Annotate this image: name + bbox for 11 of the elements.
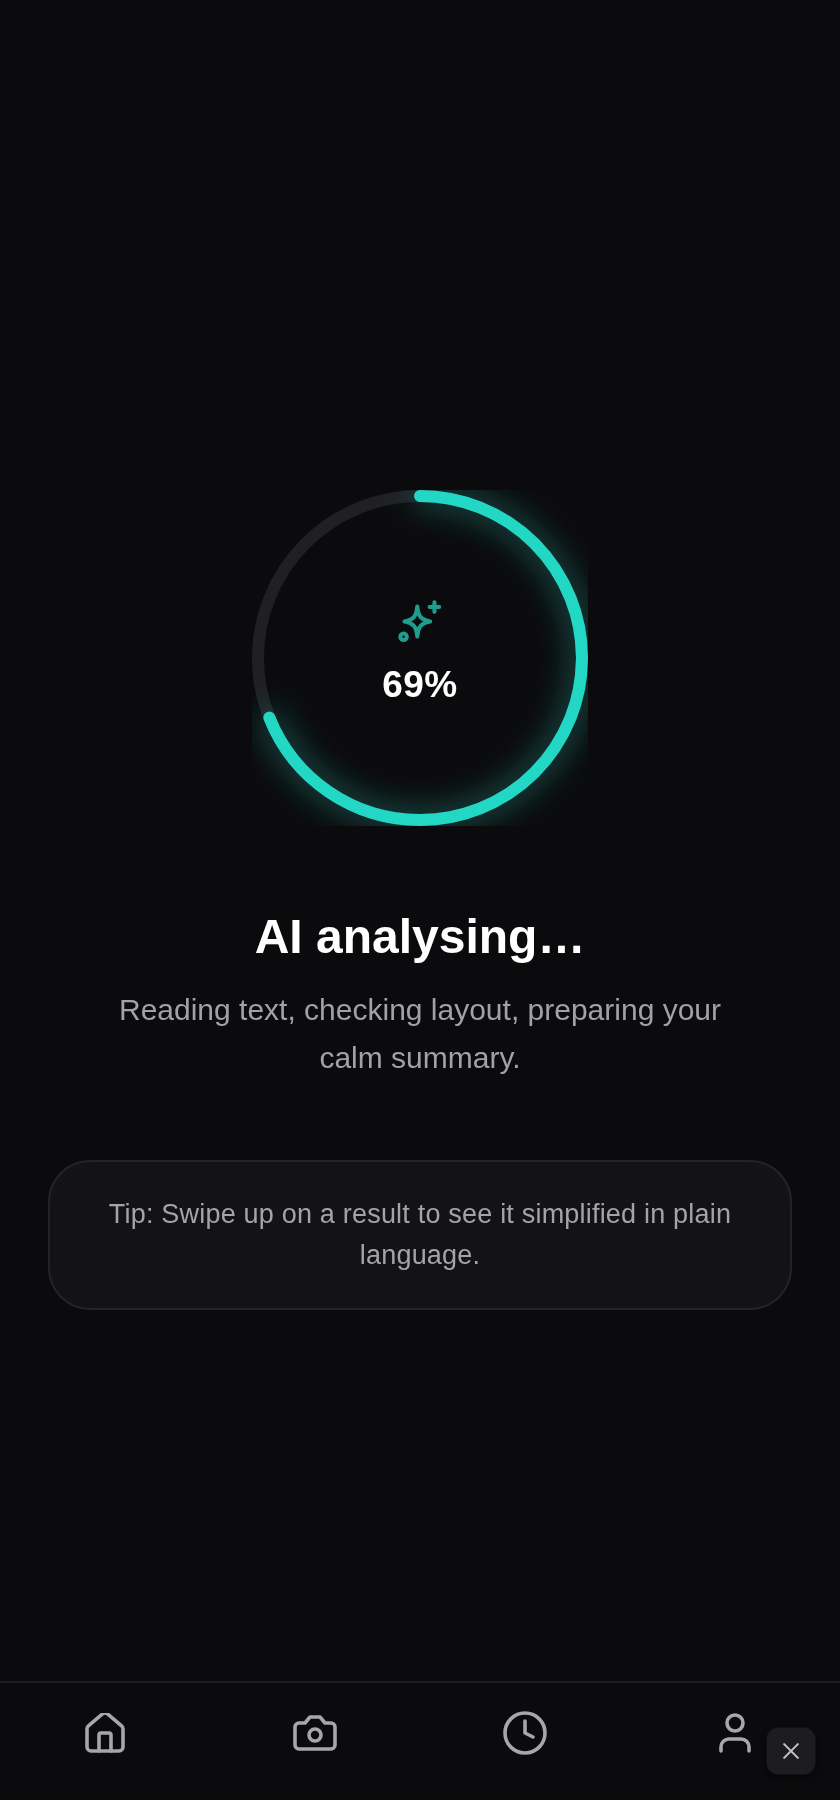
close-button[interactable] (766, 1727, 816, 1775)
person-icon (719, 1713, 751, 1753)
status-title: AI analysing… (254, 910, 586, 964)
close-icon (783, 1743, 799, 1759)
clock-icon (503, 1711, 547, 1755)
camera-icon (293, 1715, 337, 1751)
progress-percentage: 69% (382, 663, 458, 707)
status-description: Reading text, checking layout, preparing your calm summary. (118, 992, 722, 1076)
tip-text: Tip: Swipe up on a result to see it simplified in plain language. (107, 1198, 733, 1272)
home-icon (85, 1713, 125, 1753)
sparkle-icon (397, 600, 443, 643)
